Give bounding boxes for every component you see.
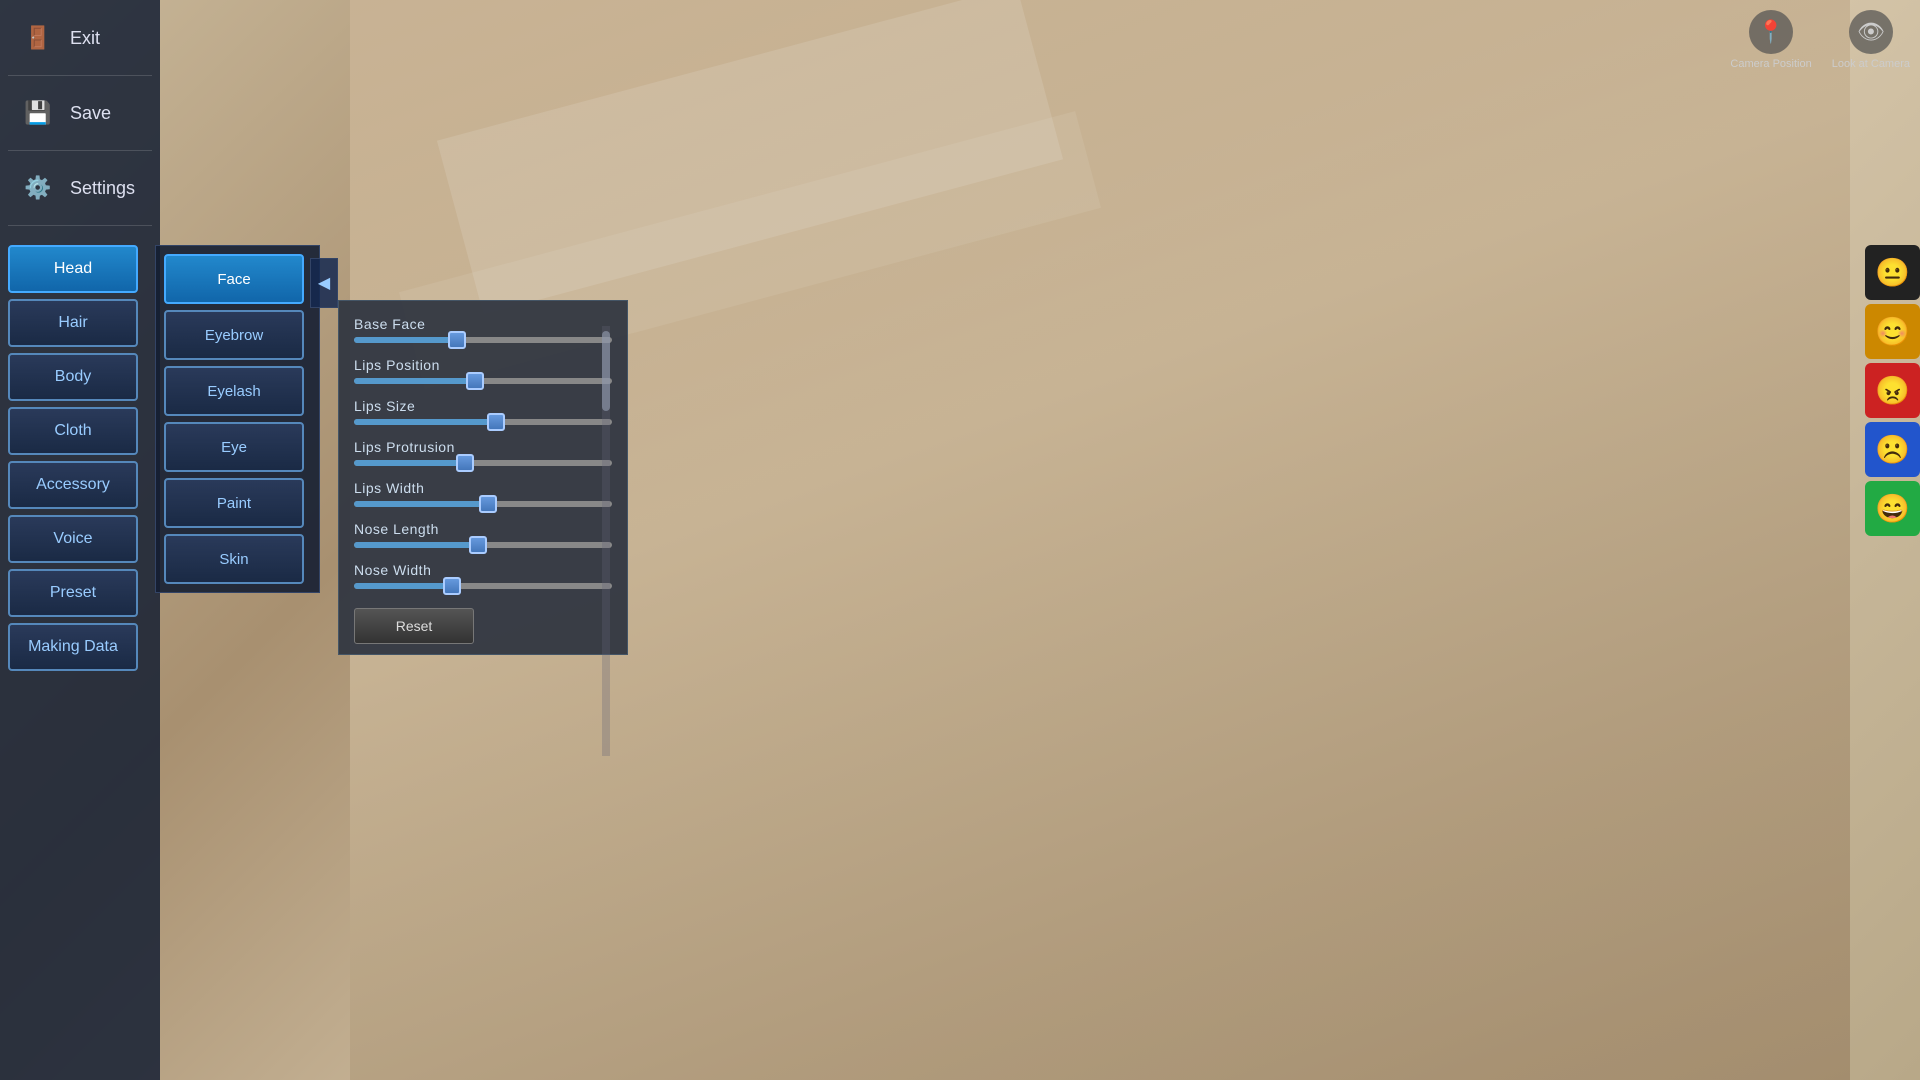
look-at-icon: 👁 bbox=[1849, 10, 1893, 54]
scrollbar-thumb bbox=[602, 331, 610, 411]
exit-menu-item[interactable]: 🚪 Exit bbox=[8, 10, 152, 66]
slider-track-lips-size[interactable] bbox=[354, 419, 612, 425]
param-label-lips-width: Lips Width bbox=[354, 480, 612, 496]
cat-btn-head[interactable]: Head bbox=[8, 245, 138, 293]
camera-position-label: Camera Position bbox=[1730, 58, 1811, 71]
separator-2 bbox=[8, 150, 152, 151]
emotion-icon-happy: 😊 bbox=[1875, 315, 1910, 348]
collapse-icon: ◀ bbox=[318, 273, 330, 293]
settings-label: Settings bbox=[70, 178, 135, 199]
emotion-btn-sad[interactable]: ☹️ bbox=[1865, 422, 1920, 477]
param-lips-width: Lips Width bbox=[354, 480, 612, 507]
separator-1 bbox=[8, 75, 152, 76]
param-label-base-face: Base Face bbox=[354, 316, 612, 332]
save-icon: 💾 bbox=[18, 93, 58, 133]
scrollbar[interactable] bbox=[602, 326, 610, 756]
slider-track-nose-length[interactable] bbox=[354, 542, 612, 548]
sub-btn-eyelash[interactable]: Eyelash bbox=[164, 366, 304, 416]
param-label-lips-protrusion: Lips Protrusion bbox=[354, 439, 612, 455]
param-label-nose-width: Nose Width bbox=[354, 562, 612, 578]
cat-btn-accessory[interactable]: Accessory bbox=[8, 461, 138, 509]
settings-icon: ⚙️ bbox=[18, 168, 58, 208]
category-buttons: Head Hair Body Cloth Accessory Voice Pre… bbox=[8, 245, 152, 671]
separator-3 bbox=[8, 225, 152, 226]
emotion-btn-happy[interactable]: 😊 bbox=[1865, 304, 1920, 359]
slider-track-lips-position[interactable] bbox=[354, 378, 612, 384]
slider-track-base-face[interactable] bbox=[354, 337, 612, 343]
params-panel: Base Face Lips Position Lips Size Lips P… bbox=[338, 300, 628, 655]
param-nose-width: Nose Width bbox=[354, 562, 612, 589]
camera-position-icon: 📍 bbox=[1749, 10, 1793, 54]
emotion-icon-sad: ☹️ bbox=[1875, 433, 1910, 466]
sub-btn-eye[interactable]: Eye bbox=[164, 422, 304, 472]
camera-position-btn[interactable]: 📍 Camera Position bbox=[1730, 10, 1811, 71]
save-menu-item[interactable]: 💾 Save bbox=[8, 85, 152, 141]
param-nose-length: Nose Length bbox=[354, 521, 612, 548]
cat-btn-body[interactable]: Body bbox=[8, 353, 138, 401]
param-lips-position: Lips Position bbox=[354, 357, 612, 384]
emotion-icon-angry: 😠 bbox=[1875, 374, 1910, 407]
cat-btn-voice[interactable]: Voice bbox=[8, 515, 138, 563]
emotion-btn-angry[interactable]: 😠 bbox=[1865, 363, 1920, 418]
sub-panel: Face Eyebrow Eyelash Eye Paint Skin bbox=[155, 245, 320, 593]
param-lips-protrusion: Lips Protrusion bbox=[354, 439, 612, 466]
param-label-lips-position: Lips Position bbox=[354, 357, 612, 373]
param-lips-size: Lips Size bbox=[354, 398, 612, 425]
left-sidebar: 🚪 Exit 💾 Save ⚙️ Settings Head Hair Body… bbox=[0, 0, 160, 1080]
look-at-label: Look at Camera bbox=[1832, 58, 1910, 71]
reset-button[interactable]: Reset bbox=[354, 608, 474, 644]
param-base-face: Base Face bbox=[354, 316, 612, 343]
slider-track-nose-width[interactable] bbox=[354, 583, 612, 589]
sub-btn-face[interactable]: Face bbox=[164, 254, 304, 304]
collapse-arrow[interactable]: ◀ bbox=[310, 258, 338, 308]
emotion-icon-neutral: 😐 bbox=[1875, 256, 1910, 289]
slider-track-lips-protrusion[interactable] bbox=[354, 460, 612, 466]
sub-btn-paint[interactable]: Paint bbox=[164, 478, 304, 528]
settings-menu-item[interactable]: ⚙️ Settings bbox=[8, 160, 152, 216]
slider-track-lips-width[interactable] bbox=[354, 501, 612, 507]
save-label: Save bbox=[70, 103, 111, 124]
emotion-btn-neutral[interactable]: 😐 bbox=[1865, 245, 1920, 300]
sub-btn-eyebrow[interactable]: Eyebrow bbox=[164, 310, 304, 360]
emotion-btn-smile[interactable]: 😄 bbox=[1865, 481, 1920, 536]
sub-btn-skin[interactable]: Skin bbox=[164, 534, 304, 584]
param-label-lips-size: Lips Size bbox=[354, 398, 612, 414]
exit-icon: 🚪 bbox=[18, 18, 58, 58]
cat-btn-hair[interactable]: Hair bbox=[8, 299, 138, 347]
emotion-panel: 😐 😊 😠 ☹️ 😄 bbox=[1865, 245, 1920, 536]
param-label-nose-length: Nose Length bbox=[354, 521, 612, 537]
exit-label: Exit bbox=[70, 28, 100, 49]
cat-btn-cloth[interactable]: Cloth bbox=[8, 407, 138, 455]
cat-btn-preset[interactable]: Preset bbox=[8, 569, 138, 617]
camera-controls: 📍 Camera Position 👁 Look at Camera bbox=[1730, 10, 1910, 71]
look-at-camera-btn[interactable]: 👁 Look at Camera bbox=[1832, 10, 1910, 71]
cat-btn-making-data[interactable]: Making Data bbox=[8, 623, 138, 671]
emotion-icon-smile: 😄 bbox=[1875, 492, 1910, 525]
